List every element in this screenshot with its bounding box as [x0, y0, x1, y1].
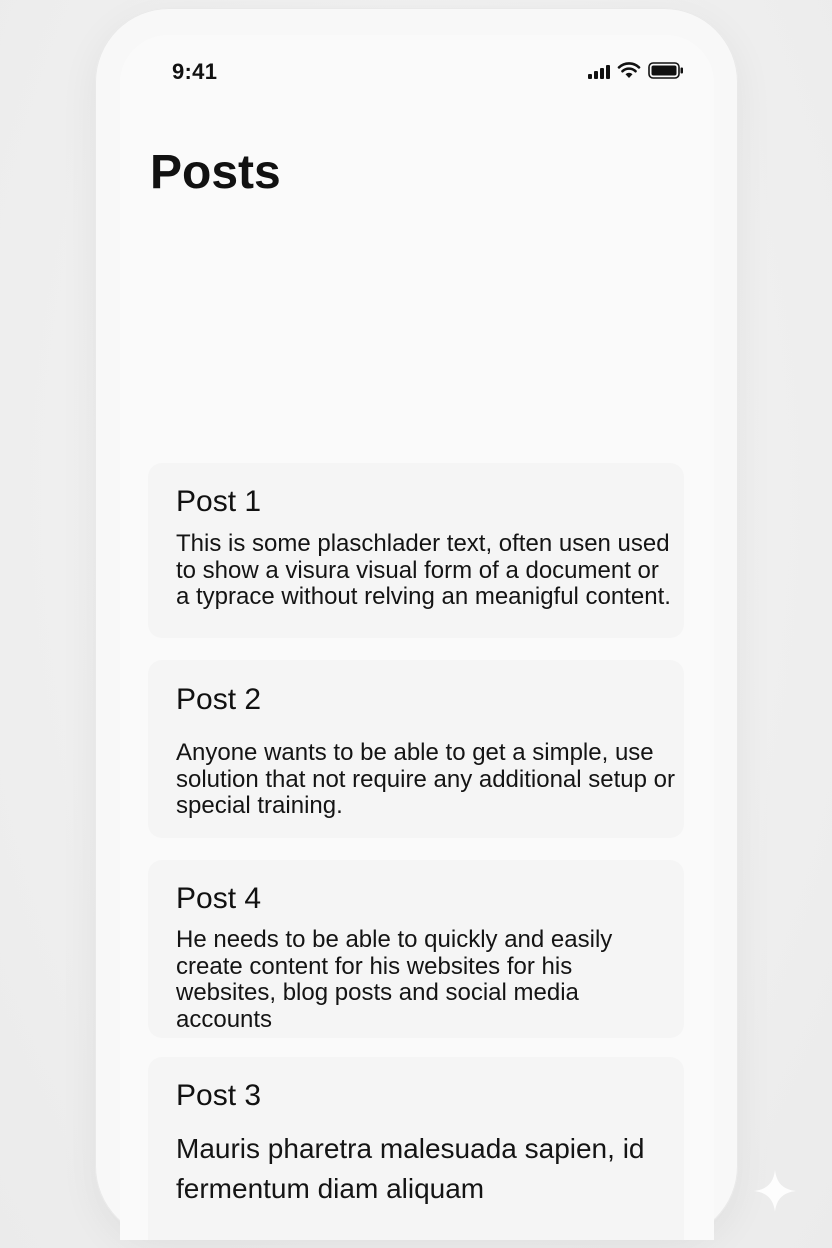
post-body: He needs to be able to quickly and easil… [176, 926, 613, 1033]
page-title: Posts [150, 146, 281, 199]
post-body: Mauris pharetra malesuada sapien, id fer… [176, 1133, 645, 1204]
phone-screen: 9:41 Posts Post 1 This is some plaschlad… [120, 35, 714, 1240]
post-body: Anyone wants to be able to get a simple,… [176, 739, 675, 819]
post-card[interactable]: Post 4 He needs to be able to quickly an… [148, 860, 684, 1038]
post-title: Post 3 [176, 1079, 262, 1112]
post-card[interactable]: Post 2 Anyone wants to be able to get a … [148, 660, 684, 838]
wifi-icon [617, 61, 641, 79]
post-title: Post 2 [176, 683, 262, 716]
post-title: Post 4 [176, 882, 262, 915]
cellular-signal-icon [588, 63, 610, 79]
post-body: This is some plaschlader text, often use… [176, 530, 671, 610]
sparkle-icon [754, 1170, 796, 1212]
battery-icon [648, 62, 684, 79]
post-card[interactable]: Post 1 This is some plaschlader text, of… [148, 463, 684, 638]
status-bar: 9:41 [120, 35, 714, 105]
status-icons [588, 61, 684, 79]
background: 9:41 Posts Post 1 This is some plaschlad… [0, 0, 832, 1248]
post-card[interactable]: Post 3 Mauris pharetra malesuada sapien,… [148, 1057, 684, 1240]
post-title: Post 1 [176, 485, 262, 518]
status-time: 9:41 [172, 59, 218, 84]
